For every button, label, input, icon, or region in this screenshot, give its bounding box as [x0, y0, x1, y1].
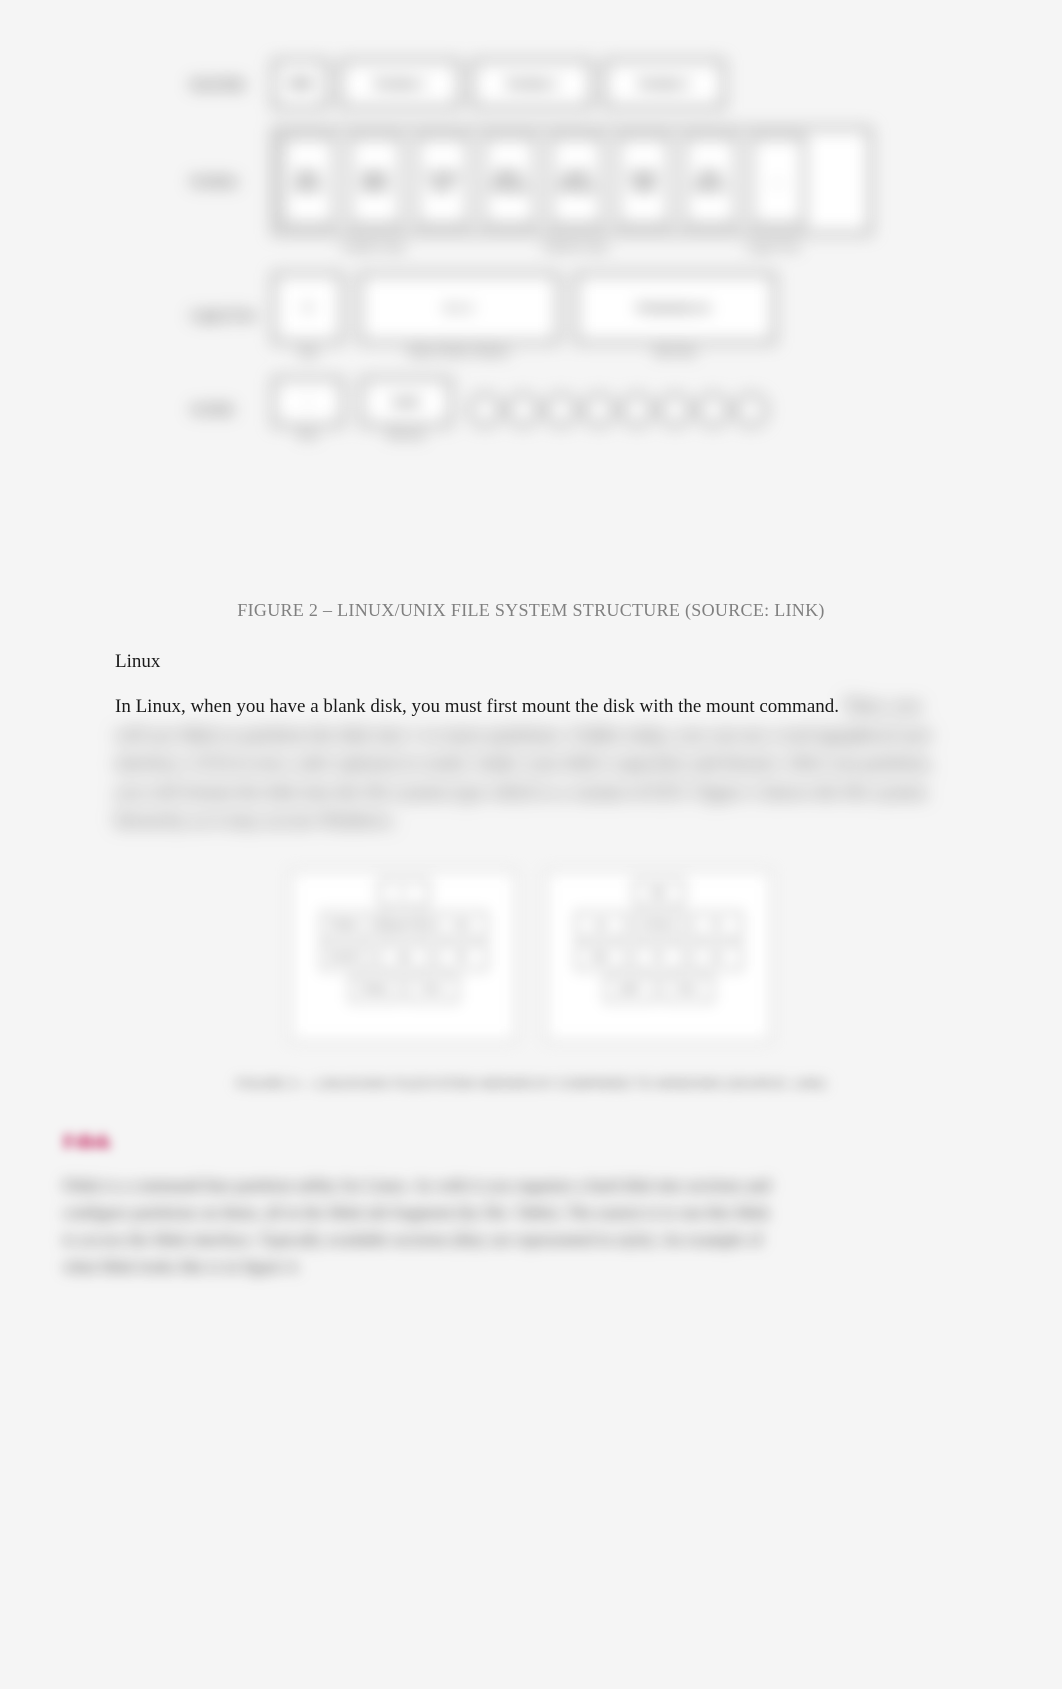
figure-3-caption: FIGURE 3 — LINUX/UNIX FILESYSTEM HIERARC…: [115, 1076, 947, 1091]
tree-a-root: C:: [379, 880, 429, 906]
linux-paragraph-visible: In Linux, when you have a blank disk, yo…: [115, 696, 839, 717]
diag-box-datablocks: Data Blocks: [683, 136, 738, 226]
sub-cylinder: Cylinder Group: [341, 242, 404, 253]
tree-b-box: lib: [692, 912, 742, 938]
circle-icon: [697, 394, 729, 426]
diag-box-super: Super Block: [348, 136, 403, 226]
sub-dir: Directory: [387, 430, 425, 441]
tree-b-box: root: [576, 912, 626, 938]
diag-box-partition3: Partition 3: [604, 60, 724, 108]
diag-box-boot: Boot Block: [281, 136, 336, 226]
linux-heading: Linux: [115, 651, 947, 673]
sub-root: Root: [298, 430, 317, 441]
diag-box-inode: Inode: [361, 378, 451, 426]
sub-type: Type: [298, 347, 318, 358]
circle-icon: [735, 394, 767, 426]
circle-icon: [469, 394, 501, 426]
tree-a-box: file.txt: [408, 976, 458, 1002]
tree-b-root: Sda1: [634, 880, 684, 906]
sub-meta: Meta Data: [654, 347, 696, 358]
diag-box-mbr: MBR: [273, 60, 328, 108]
figure-3-diagram: C: Windows Program Files Users System32 …: [261, 866, 801, 1046]
diag-box-partition2: Partition 2: [472, 60, 592, 108]
tree-b-box: user: [692, 944, 742, 970]
figure-2-caption: FIGURE 2 – LINUX/UNIX FILE SYSTEM STRUCT…: [115, 600, 947, 621]
diag-box-dots: ...: [750, 136, 805, 226]
diag-box-inodetable: Inode Table: [616, 136, 671, 226]
diag-box-blockbitmap: Block Bitmap: [482, 136, 537, 226]
circle-icon: [659, 394, 691, 426]
sub-majmin: Major & Minor Numbers: [408, 347, 509, 358]
tree-a-box: System32: [321, 944, 371, 970]
tree-a-box: Program Files: [379, 912, 429, 938]
tree-a-box: Windows: [321, 912, 371, 938]
sub-logical: Logical View: [747, 242, 801, 253]
diag-box-partition1: Partition 1: [340, 60, 460, 108]
diag-box-type: 0: [273, 273, 343, 343]
tree-b-box: bin: [634, 944, 684, 970]
diag-box-root: /: [273, 378, 343, 426]
circle-icon: [507, 394, 539, 426]
tree-b-box: etc/bin/usr: [634, 912, 684, 938]
linux-paragraph: In Linux, when you have a blank disk, yo…: [115, 693, 947, 836]
diag-row4-label: On Disk: [191, 402, 261, 417]
fdisk-paragraph: Fdisk is a command-line partition utilit…: [63, 1172, 783, 1281]
tree-a-box: Desktop: [350, 976, 400, 1002]
tree-b-box: home: [576, 944, 626, 970]
diag-box-majmin: 0, 1, 2: [359, 273, 559, 343]
tree-b-box: profile: [605, 976, 655, 1002]
diag-box-inodebitmap: Inode Bitmap: [549, 136, 604, 226]
sub-partition: Partition Group: [544, 242, 607, 253]
diag-row2-label: Partition: [191, 174, 261, 189]
tree-linux: Sda1 root etc/bin/usr lib home bin user …: [546, 871, 771, 1041]
figure-2-diagram: Hard Disk MBR Partition 1 Partition 2 Pa…: [191, 60, 871, 570]
diag-box-groupdesc: Group Desc: [415, 136, 470, 226]
tree-windows: C: Windows Program Files Users System32 …: [291, 871, 516, 1041]
tree-b-box: file.txt: [663, 976, 713, 1002]
fdisk-heading: Fdisk: [63, 1131, 947, 1154]
circle-icon: [545, 394, 577, 426]
circle-icon: [621, 394, 653, 426]
diag-row3-label: Logical View: [191, 308, 261, 323]
tree-a-box: App: [379, 944, 429, 970]
diag-box-perm: Permissions etc.: [575, 273, 775, 343]
tree-a-box: Me: [437, 944, 487, 970]
tree-a-box: Users: [437, 912, 487, 938]
circle-icon: [583, 394, 615, 426]
diag-row1-label: Hard Disk: [191, 77, 261, 92]
